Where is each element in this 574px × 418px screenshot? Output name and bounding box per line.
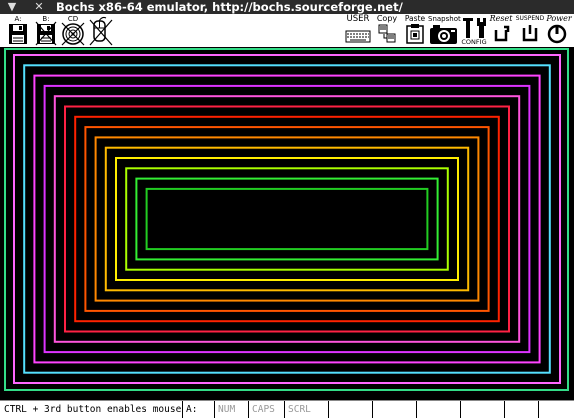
status-slot-4: [464, 401, 505, 418]
keyboard-icon: [345, 30, 371, 43]
clipboard-icon: [406, 24, 424, 44]
mouse-icon: [89, 16, 113, 46]
suspend-icon: [522, 25, 538, 42]
window-title: Bochs x86-64 emulator, http://bochs.sour…: [56, 0, 403, 14]
config-label: CONFIG: [461, 38, 487, 46]
status-drive: A:: [186, 401, 215, 418]
power-icon: [547, 24, 567, 44]
close-icon: ✕: [34, 0, 44, 13]
paste-button[interactable]: Paste: [402, 14, 428, 47]
reset-button[interactable]: Reset: [488, 14, 514, 47]
status-slot-5: [508, 401, 539, 418]
screen-rect: [64, 105, 510, 333]
status-bar: CTRL + 3rd button enables mouse A: NUM C…: [0, 400, 574, 418]
status-message: CTRL + 3rd button enables mouse: [4, 401, 183, 418]
copy-icon: [378, 24, 396, 43]
floppy-b-button[interactable]: B:: [34, 14, 58, 47]
user-button[interactable]: USER: [344, 14, 372, 47]
screen-rect: [145, 187, 429, 251]
screen-rect: [33, 74, 541, 364]
status-scrl: SCRL: [288, 401, 329, 418]
screen-rect: [23, 64, 551, 374]
screen-rect: [43, 84, 531, 354]
suspend-button[interactable]: SUSPEND: [514, 14, 546, 47]
snapshot-button[interactable]: Snapshot: [428, 14, 461, 47]
toolbar: A: B: CD USER Copy Paste Snapshot CONFIG…: [0, 14, 574, 48]
reset-icon: [494, 25, 510, 42]
screen-rect: [115, 157, 459, 281]
window-menu-button[interactable]: ▼: [5, 0, 19, 14]
emulator-screen[interactable]: [0, 47, 574, 400]
cdrom-button[interactable]: CD: [60, 14, 86, 47]
mouse-button[interactable]: [88, 14, 114, 47]
status-slot-1: [332, 401, 373, 418]
title-bar: ▼ ✕ Bochs x86-64 emulator, http://bochs.…: [0, 0, 574, 14]
status-slot-3: [420, 401, 461, 418]
floppy-icon: [9, 24, 27, 44]
status-slot-2: [376, 401, 417, 418]
copy-button[interactable]: Copy: [374, 14, 400, 47]
screen-rect: [53, 95, 521, 343]
power-button[interactable]: Power: [544, 14, 574, 47]
floppy-a-button[interactable]: A:: [6, 14, 30, 47]
screen-rect: [94, 136, 480, 302]
floppy-icon: [35, 21, 57, 46]
status-num: NUM: [218, 401, 249, 418]
window-close-button[interactable]: ✕: [32, 0, 46, 14]
camera-icon: [430, 25, 457, 44]
screen-rect: [125, 167, 449, 271]
chevron-down-icon: ▼: [7, 0, 17, 13]
screen-border: [4, 48, 569, 391]
cdrom-icon: [61, 22, 85, 46]
config-button[interactable]: CONFIG: [460, 14, 488, 47]
concentric-rectangles: [4, 48, 569, 391]
screen-rect: [135, 177, 439, 261]
status-caps: CAPS: [252, 401, 285, 418]
